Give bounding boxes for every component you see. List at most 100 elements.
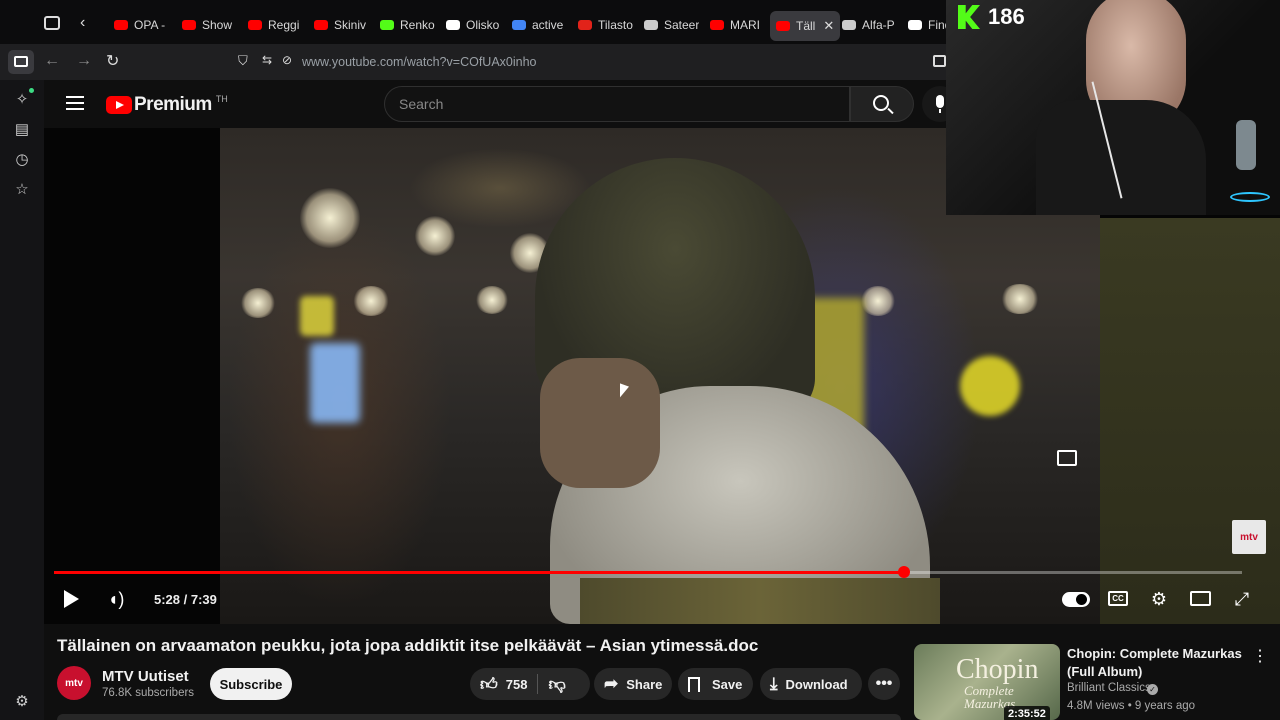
- tab-label: Show: [202, 18, 233, 32]
- like-count: 758: [505, 676, 528, 692]
- recommended-thumbnail[interactable]: Chopin Complete Mazurkas 2:35:52: [914, 644, 1060, 720]
- browser-tab[interactable]: OPA -: [114, 10, 165, 40]
- shield-icon[interactable]: ⛉: [238, 53, 248, 69]
- tab-close-icon[interactable]: ✕: [823, 18, 834, 34]
- progress-scrubber-handle[interactable]: [897, 566, 910, 578]
- hamburger-menu-icon[interactable]: [66, 96, 84, 110]
- tracking-icon[interactable]: ⇆: [262, 53, 272, 67]
- bokeh-light: [352, 286, 390, 316]
- tab-favicon-icon: [644, 20, 658, 30]
- thumbs-down-icon: 👎︎: [548, 674, 566, 694]
- recommended-more-icon[interactable]: ⋮: [1252, 646, 1268, 666]
- channel-avatar[interactable]: mtv: [57, 666, 91, 700]
- tab-favicon-icon: [314, 20, 328, 30]
- duration-text: 2:35:52: [1008, 708, 1046, 720]
- share-button[interactable]: ➦ Share: [594, 668, 672, 700]
- bookmarks-panel-icon[interactable]: ▤: [12, 120, 32, 140]
- recommended-video[interactable]: Chopin Complete Mazurkas 2:35:52 Chopin:…: [912, 642, 1280, 720]
- more-horizontal-icon: •••: [875, 675, 893, 692]
- watermark-text: mtv: [1240, 531, 1258, 543]
- settings-icon[interactable]: ⚙: [1147, 587, 1171, 611]
- region-code: TH: [215, 94, 228, 104]
- reload-icon[interactable]: ↻: [106, 51, 119, 71]
- browser-tab[interactable]: active: [512, 10, 563, 40]
- mic-ring: [1230, 192, 1270, 202]
- miniplayer-icon[interactable]: [1057, 450, 1077, 466]
- browser-tab[interactable]: Renko: [380, 10, 435, 40]
- tab-favicon-icon: [908, 20, 922, 30]
- like-divider: [537, 674, 539, 694]
- browser-tab[interactable]: Show: [182, 10, 232, 40]
- fullscreen-icon[interactable]: ⤢: [1230, 587, 1254, 611]
- screenshot-icon[interactable]: [933, 55, 946, 67]
- bokeh-light: [475, 286, 509, 314]
- browser-tab[interactable]: Täll ✕: [770, 11, 841, 41]
- browser-tab[interactable]: Find: [908, 10, 951, 40]
- ai-sparkle-icon[interactable]: ✧: [12, 90, 32, 110]
- notification-dot: [29, 88, 34, 93]
- youtube-premium-logo[interactable]: Premium TH: [106, 94, 228, 116]
- bokeh-light: [1000, 284, 1040, 314]
- tab-favicon-icon: [776, 21, 790, 31]
- tab-favicon-icon: [182, 20, 196, 30]
- forward-icon[interactable]: →: [76, 52, 92, 70]
- search-input[interactable]: Search: [384, 86, 850, 122]
- tab-overview-icon[interactable]: [44, 16, 60, 30]
- browser-tab[interactable]: Tilasto: [578, 10, 633, 40]
- play-button[interactable]: [64, 590, 79, 608]
- search-placeholder: Search: [399, 96, 444, 112]
- thumb-title-text: Chopin: [956, 654, 1039, 685]
- tab-label: Sateer: [664, 18, 700, 32]
- browser-tab[interactable]: Sateer: [644, 10, 699, 40]
- verified-badge-icon: ✓: [1147, 684, 1158, 695]
- tab-favicon-icon: [380, 20, 394, 30]
- premium-wordmark: Premium: [134, 94, 212, 115]
- bokeh-light: [300, 188, 360, 248]
- camo-jacket: [580, 578, 940, 624]
- progress-bar[interactable]: [54, 566, 1242, 578]
- tab-label: Tilasto: [598, 18, 633, 32]
- favorites-icon[interactable]: ☆: [12, 180, 32, 200]
- download-icon: ⤓: [770, 674, 778, 693]
- tab-favicon-icon: [578, 20, 592, 30]
- settings-gear-icon[interactable]: ⚙: [12, 692, 32, 712]
- youtube-play-logo-icon: [106, 96, 132, 114]
- video-side-panel: [1100, 218, 1280, 624]
- water-bottle: [1236, 120, 1256, 170]
- progress-played: [54, 571, 904, 574]
- download-button[interactable]: ⤓ Download: [760, 668, 862, 700]
- recommended-title-line2: (Full Album): [1067, 664, 1143, 679]
- yellow-sign: [300, 296, 334, 336]
- tab-label: OPA -: [134, 18, 166, 32]
- dislike-button[interactable]: 👎︎: [548, 674, 565, 695]
- theater-mode-icon[interactable]: [1190, 591, 1211, 606]
- browser-tab[interactable]: Reggi: [248, 10, 299, 40]
- browser-tab[interactable]: MARI: [710, 10, 760, 40]
- vpn-off-icon[interactable]: ⊘: [282, 53, 292, 67]
- channel-avatar-text: mtv: [65, 677, 83, 689]
- history-icon[interactable]: ◷: [12, 150, 32, 170]
- browser-tab[interactable]: Olisko: [446, 10, 499, 40]
- tab-favicon-icon: [248, 20, 262, 30]
- search-button[interactable]: [850, 86, 914, 122]
- browser-tab[interactable]: Skiniv: [314, 10, 366, 40]
- browser-tab[interactable]: Alfa-P: [842, 10, 895, 40]
- channel-name[interactable]: MTV Uutiset: [102, 668, 189, 685]
- save-button[interactable]: Save: [678, 668, 753, 700]
- back-icon[interactable]: ←: [44, 52, 60, 70]
- autoplay-toggle[interactable]: [1062, 592, 1090, 607]
- bokeh-light: [240, 288, 276, 318]
- recommended-meta: 4.8M views • 9 years ago: [1067, 700, 1196, 712]
- subscribe-label: Subscribe: [219, 676, 283, 692]
- tab-scroll-left-icon[interactable]: ‹: [80, 14, 85, 32]
- channel-watermark[interactable]: mtv: [1232, 520, 1266, 554]
- address-field[interactable]: www.youtube.com/watch?v=COfUAx0inho: [302, 50, 922, 74]
- duration-badge: 2:35:52: [1004, 706, 1050, 720]
- more-actions-button[interactable]: •••: [868, 668, 900, 700]
- subscribe-button[interactable]: Subscribe: [210, 668, 292, 700]
- volume-icon[interactable]: ◖): [104, 587, 128, 611]
- thumbs-up-icon: 👍︎: [480, 674, 498, 694]
- like-button[interactable]: 👍︎ 758: [470, 674, 527, 695]
- captions-icon[interactable]: CC: [1108, 591, 1128, 606]
- save-label: Save: [712, 676, 743, 692]
